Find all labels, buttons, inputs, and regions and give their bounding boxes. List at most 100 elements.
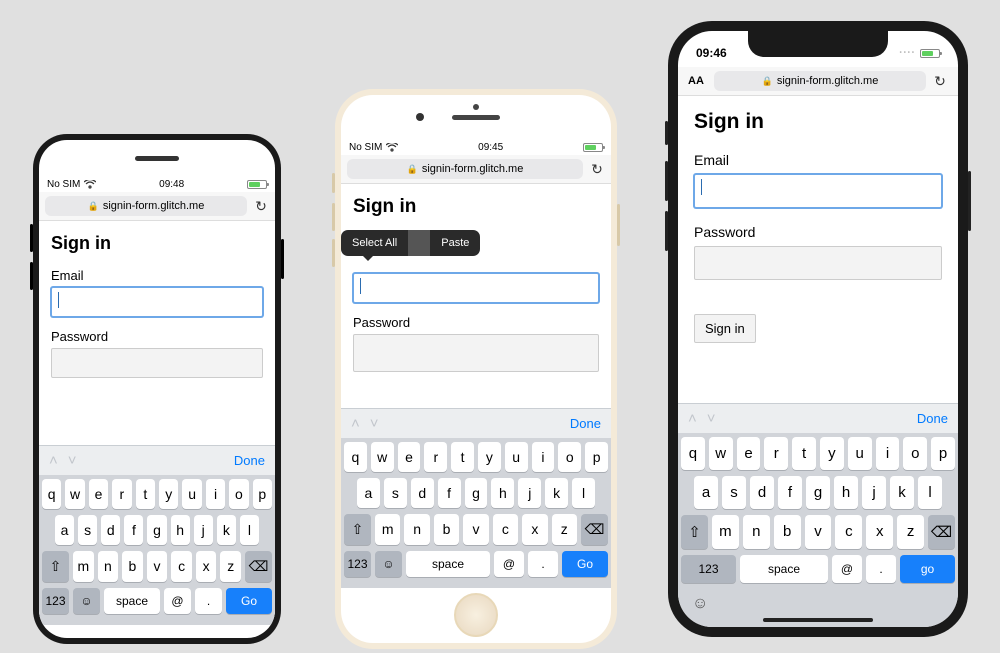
password-field[interactable] <box>694 246 942 280</box>
key-c[interactable]: c <box>171 551 192 582</box>
space-key[interactable]: space <box>104 588 160 614</box>
key-d[interactable]: d <box>750 476 774 509</box>
key-q[interactable]: q <box>681 437 705 470</box>
key-k[interactable]: k <box>890 476 914 509</box>
key-o[interactable]: o <box>903 437 927 470</box>
url-field[interactable]: 🔒 signin-form.glitch.me <box>45 196 247 216</box>
dot-key[interactable]: . <box>866 555 896 583</box>
key-v[interactable]: v <box>463 514 488 545</box>
keyboard-done-button[interactable]: Done <box>917 411 948 426</box>
context-select-all[interactable]: Select All <box>341 230 408 256</box>
url-field[interactable]: 🔒 signin-form.glitch.me <box>714 71 926 91</box>
key-f[interactable]: f <box>438 478 461 508</box>
emoji-key[interactable]: ☺ <box>73 588 100 614</box>
backspace-key[interactable]: ⌫ <box>245 551 272 582</box>
key-l[interactable]: l <box>240 515 259 545</box>
key-z[interactable]: z <box>897 515 924 549</box>
key-q[interactable]: q <box>42 479 61 509</box>
key-f[interactable]: f <box>124 515 143 545</box>
key-v[interactable]: v <box>147 551 168 582</box>
key-h[interactable]: h <box>491 478 514 508</box>
keyboard-done-button[interactable]: Done <box>570 416 601 431</box>
key-g[interactable]: g <box>806 476 830 509</box>
key-w[interactable]: w <box>371 442 394 472</box>
key-l[interactable]: l <box>572 478 595 508</box>
key-n[interactable]: n <box>404 514 429 545</box>
number-mode-key[interactable]: 123 <box>42 588 69 614</box>
next-field-icon[interactable]: ˅ <box>370 415 379 432</box>
key-d[interactable]: d <box>101 515 120 545</box>
shift-key[interactable]: ⇧ <box>344 514 371 545</box>
key-a[interactable]: a <box>55 515 74 545</box>
key-u[interactable]: u <box>505 442 528 472</box>
backspace-key[interactable]: ⌫ <box>581 514 608 545</box>
key-w[interactable]: w <box>709 437 733 470</box>
go-key[interactable]: Go <box>226 588 272 614</box>
key-u[interactable]: u <box>848 437 872 470</box>
password-field[interactable] <box>51 348 263 378</box>
key-m[interactable]: m <box>712 515 739 549</box>
key-s[interactable]: s <box>722 476 746 509</box>
prev-field-icon[interactable]: ˄ <box>49 452 58 469</box>
key-z[interactable]: z <box>220 551 241 582</box>
key-n[interactable]: n <box>743 515 770 549</box>
key-a[interactable]: a <box>694 476 718 509</box>
prev-field-icon[interactable]: ˄ <box>688 410 697 427</box>
key-d[interactable]: d <box>411 478 434 508</box>
next-field-icon[interactable]: ˅ <box>68 452 77 469</box>
key-u[interactable]: u <box>182 479 201 509</box>
go-key[interactable]: go <box>900 555 955 583</box>
key-e[interactable]: e <box>398 442 421 472</box>
key-t[interactable]: t <box>792 437 816 470</box>
key-b[interactable]: b <box>774 515 801 549</box>
email-field[interactable] <box>353 273 599 303</box>
context-paste[interactable]: Paste <box>430 230 480 256</box>
password-field[interactable] <box>353 334 599 372</box>
key-r[interactable]: r <box>424 442 447 472</box>
at-key[interactable]: @ <box>494 551 524 577</box>
email-field[interactable] <box>51 287 263 317</box>
key-w[interactable]: w <box>65 479 84 509</box>
key-x[interactable]: x <box>196 551 217 582</box>
key-r[interactable]: r <box>764 437 788 470</box>
backspace-key[interactable]: ⌫ <box>928 515 955 549</box>
number-mode-key[interactable]: 123 <box>344 551 371 577</box>
key-p[interactable]: p <box>585 442 608 472</box>
key-s[interactable]: s <box>384 478 407 508</box>
signin-button[interactable]: Sign in <box>694 314 756 343</box>
key-y[interactable]: y <box>159 479 178 509</box>
key-b[interactable]: b <box>122 551 143 582</box>
key-p[interactable]: p <box>931 437 955 470</box>
key-t[interactable]: t <box>451 442 474 472</box>
key-n[interactable]: n <box>98 551 119 582</box>
key-m[interactable]: m <box>375 514 400 545</box>
key-j[interactable]: j <box>194 515 213 545</box>
reload-icon[interactable]: ↻ <box>589 161 605 178</box>
key-y[interactable]: y <box>820 437 844 470</box>
key-e[interactable]: e <box>737 437 761 470</box>
key-j[interactable]: j <box>518 478 541 508</box>
key-f[interactable]: f <box>778 476 802 509</box>
home-indicator[interactable] <box>763 618 873 622</box>
key-k[interactable]: k <box>545 478 568 508</box>
reload-icon[interactable]: ↻ <box>932 73 948 90</box>
key-v[interactable]: v <box>805 515 832 549</box>
key-t[interactable]: t <box>136 479 155 509</box>
space-key[interactable]: space <box>406 551 490 577</box>
key-i[interactable]: i <box>876 437 900 470</box>
key-r[interactable]: r <box>112 479 131 509</box>
key-c[interactable]: c <box>493 514 518 545</box>
shift-key[interactable]: ⇧ <box>42 551 69 582</box>
text-size-button[interactable]: AA <box>688 75 708 87</box>
key-q[interactable]: q <box>344 442 367 472</box>
email-field[interactable] <box>694 174 942 208</box>
key-b[interactable]: b <box>434 514 459 545</box>
key-z[interactable]: z <box>552 514 577 545</box>
home-button[interactable] <box>454 593 498 637</box>
key-x[interactable]: x <box>522 514 547 545</box>
key-k[interactable]: k <box>217 515 236 545</box>
reload-icon[interactable]: ↻ <box>253 198 269 215</box>
at-key[interactable]: @ <box>832 555 862 583</box>
next-field-icon[interactable]: ˅ <box>707 410 716 427</box>
go-key[interactable]: Go <box>562 551 608 577</box>
